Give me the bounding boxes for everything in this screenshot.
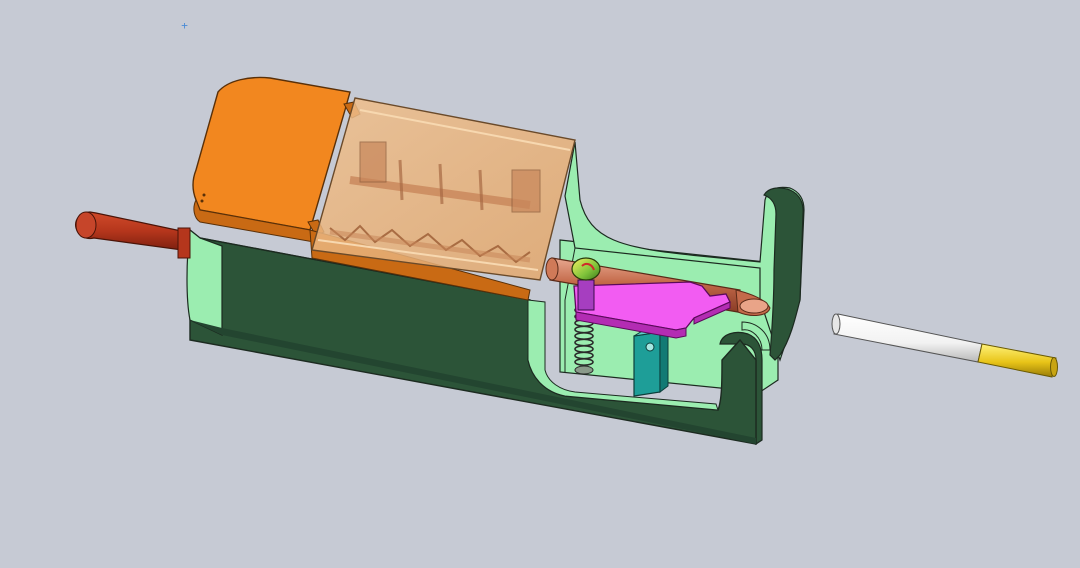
assembly-model[interactable] xyxy=(0,0,1080,568)
cigarette[interactable] xyxy=(831,313,1058,378)
cad-viewport[interactable]: + xyxy=(0,0,1080,568)
support-post xyxy=(633,325,669,397)
transparent-window[interactable] xyxy=(311,97,576,281)
crank-handle[interactable] xyxy=(75,211,191,259)
